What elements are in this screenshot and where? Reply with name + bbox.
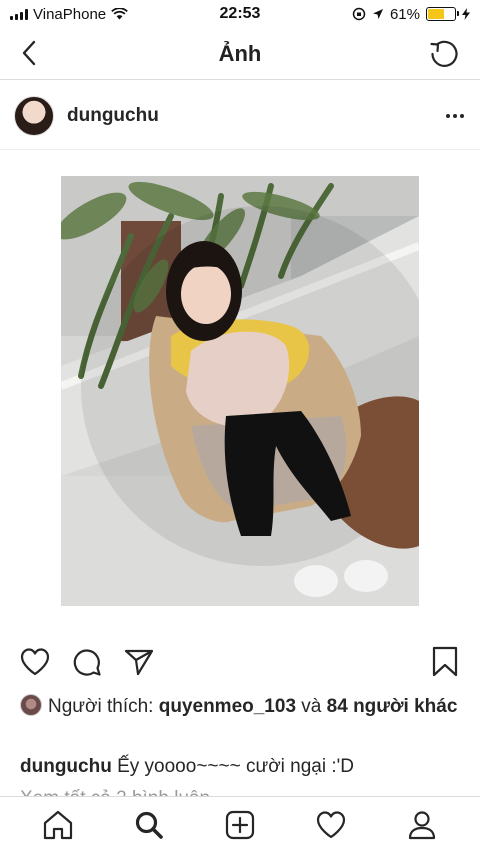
post-username[interactable]: dunguchu (67, 105, 159, 127)
battery-icon (426, 7, 459, 21)
signal-icon (10, 8, 28, 20)
search-icon (135, 811, 163, 839)
tab-home[interactable] (38, 805, 78, 845)
status-right: 61% (300, 6, 470, 23)
more-options-button[interactable] (444, 106, 466, 126)
refresh-button[interactable] (426, 36, 462, 72)
tab-add-post[interactable] (220, 805, 260, 845)
likes-summary: Người thích: quyenmeo_103 và 84 người kh… (20, 694, 460, 719)
refresh-icon (430, 40, 458, 67)
rotation-lock-icon (352, 7, 366, 21)
profile-icon (409, 811, 436, 840)
status-left: VinaPhone (10, 6, 180, 23)
location-icon (372, 9, 383, 19)
like-button[interactable] (18, 645, 52, 679)
battery-level (428, 9, 444, 19)
chevron-left-icon (22, 40, 36, 66)
share-button[interactable] (122, 645, 156, 679)
status-bar: VinaPhone 22:53 61% (0, 0, 480, 28)
post-caption: dunguchu Ếy yoooo~~~~ cười ngại :'D (20, 754, 460, 779)
heart-icon (317, 811, 346, 839)
caption-text: Ếy yoooo~~~~ cười ngại :'D (117, 756, 354, 777)
tab-profile[interactable] (402, 805, 442, 845)
status-time: 22:53 (219, 5, 261, 22)
wifi-icon (111, 8, 128, 20)
tab-search[interactable] (129, 805, 169, 845)
add-post-icon (225, 810, 255, 840)
post-header: dunguchu (0, 82, 480, 150)
avatar[interactable] (14, 95, 54, 136)
battery-percent: 61% (389, 5, 420, 23)
send-icon (124, 649, 154, 676)
page-title: Ảnh (218, 40, 262, 66)
likes-others[interactable]: 84 người khác (327, 696, 458, 717)
back-button[interactable] (14, 38, 44, 68)
likes-conjunction: và (301, 696, 322, 717)
carrier-name: VinaPhone (33, 5, 107, 23)
nav-header: Ảnh (0, 28, 480, 80)
comment-icon (73, 649, 101, 676)
bookmark-icon (432, 646, 458, 677)
post-actions (0, 640, 480, 684)
caption-username[interactable]: dunguchu (20, 756, 112, 777)
liker-username[interactable]: quyenmeo_103 (159, 696, 296, 717)
home-icon (43, 810, 72, 840)
post-photo[interactable] (61, 176, 419, 606)
charging-icon (462, 8, 470, 20)
likes-prefix: Người thích: (48, 696, 154, 717)
save-button[interactable] (428, 645, 462, 679)
liker-avatar[interactable] (20, 694, 42, 716)
tab-activity[interactable] (311, 805, 351, 845)
comment-button[interactable] (70, 645, 104, 679)
post-image (61, 176, 419, 606)
tab-bar (0, 796, 480, 853)
more-horizontal-icon (446, 113, 450, 118)
heart-icon (20, 648, 50, 676)
